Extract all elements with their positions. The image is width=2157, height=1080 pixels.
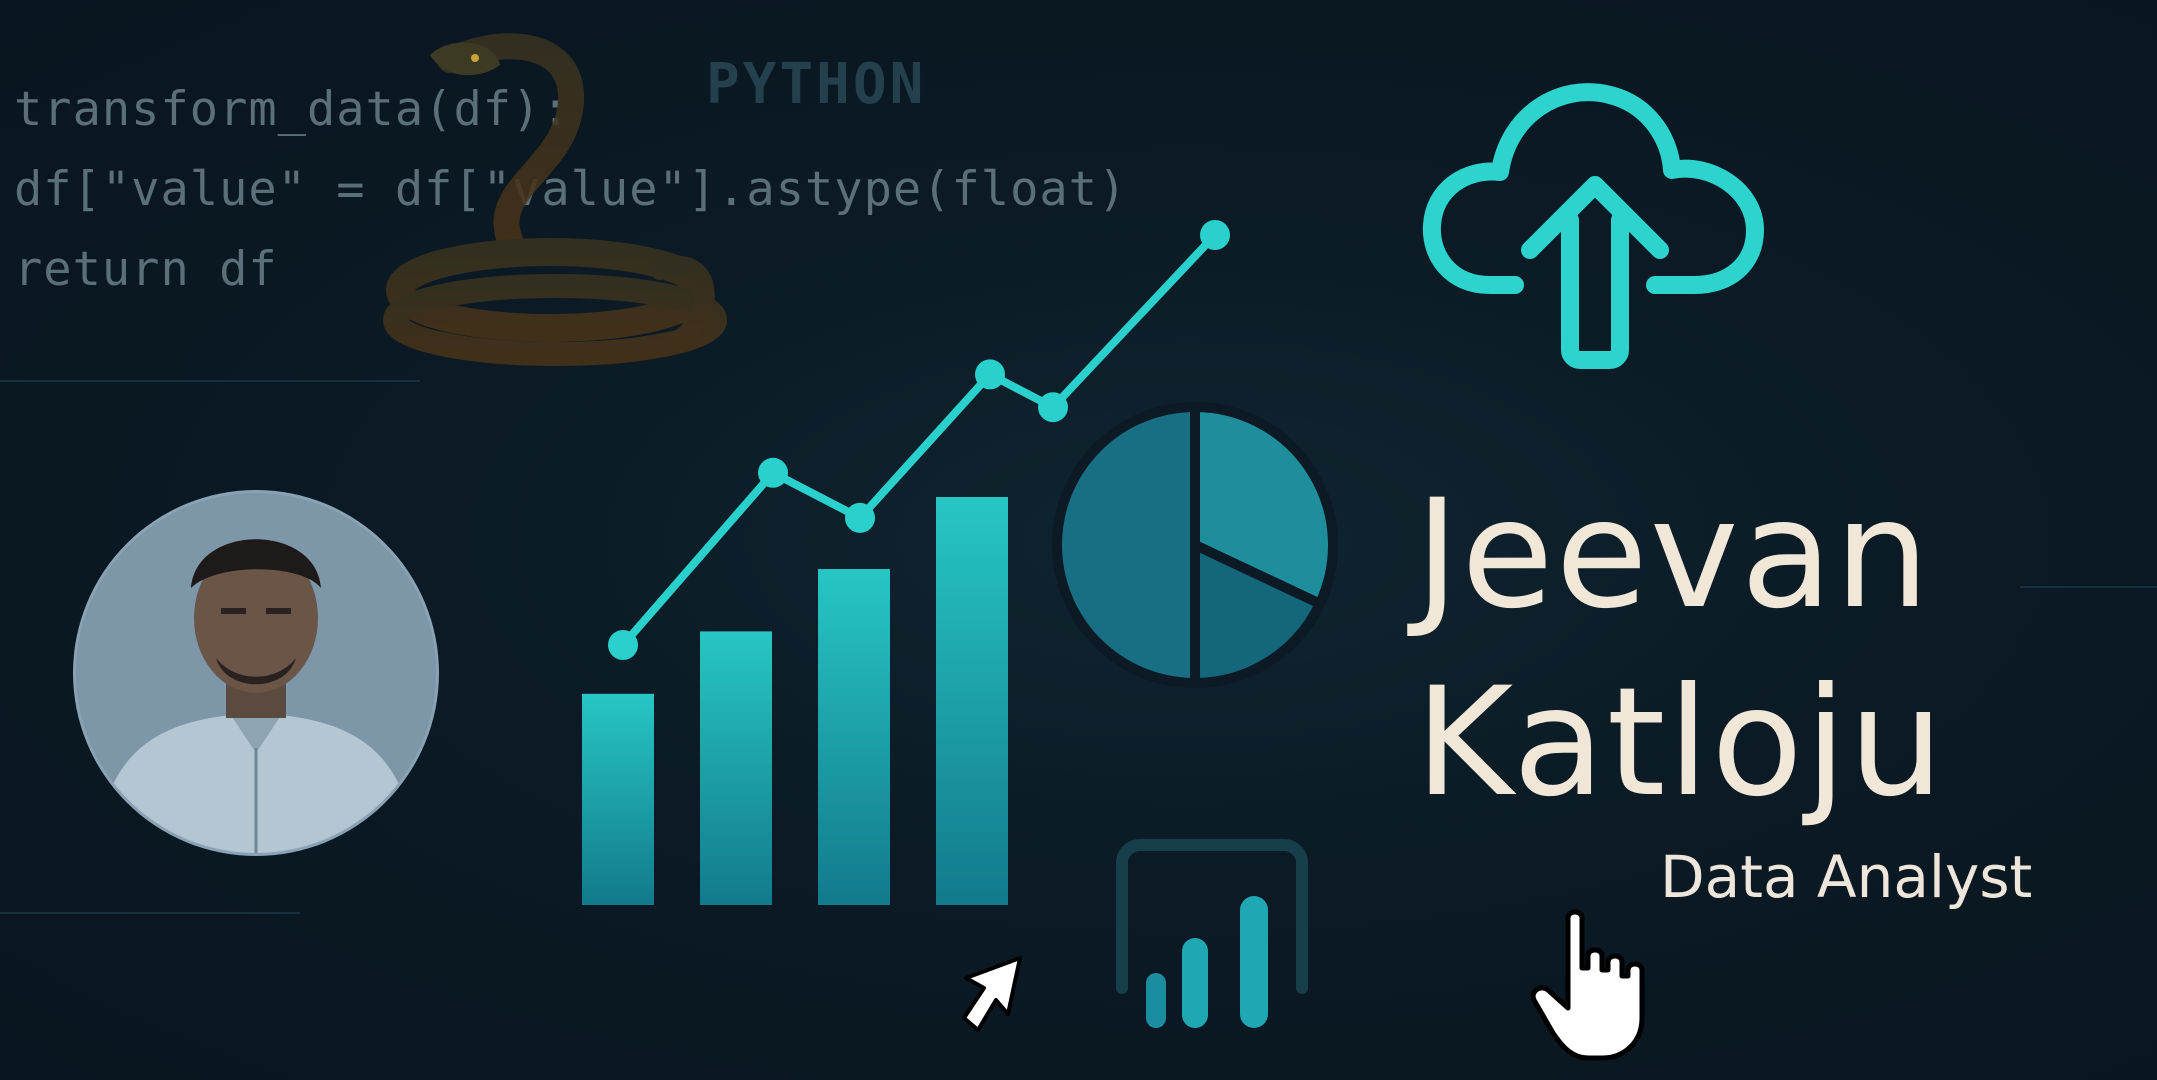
divider <box>0 912 300 914</box>
line-point <box>1200 220 1230 250</box>
hand-pointer-icon <box>1530 909 1645 1061</box>
line-point <box>758 457 788 488</box>
line-point <box>975 359 1005 390</box>
arrow-cursor-icon <box>962 956 1022 1032</box>
divider <box>0 380 420 382</box>
bar <box>936 497 1008 905</box>
divider <box>2020 586 2157 588</box>
job-title: Data Analyst <box>1660 843 2033 911</box>
pie-chart-icon <box>1052 401 1338 689</box>
cloud-upload-icon <box>1422 83 1764 369</box>
line-point <box>608 630 638 660</box>
line-point <box>845 502 875 533</box>
bar <box>700 631 772 905</box>
first-name: Jeevan <box>1415 468 1932 642</box>
last-name: Katloju <box>1415 656 1946 830</box>
power-bi-icon <box>1116 839 1308 1028</box>
avatar <box>76 493 436 853</box>
pie-slice <box>1052 401 1200 689</box>
bar <box>818 569 890 905</box>
bar <box>582 693 654 905</box>
